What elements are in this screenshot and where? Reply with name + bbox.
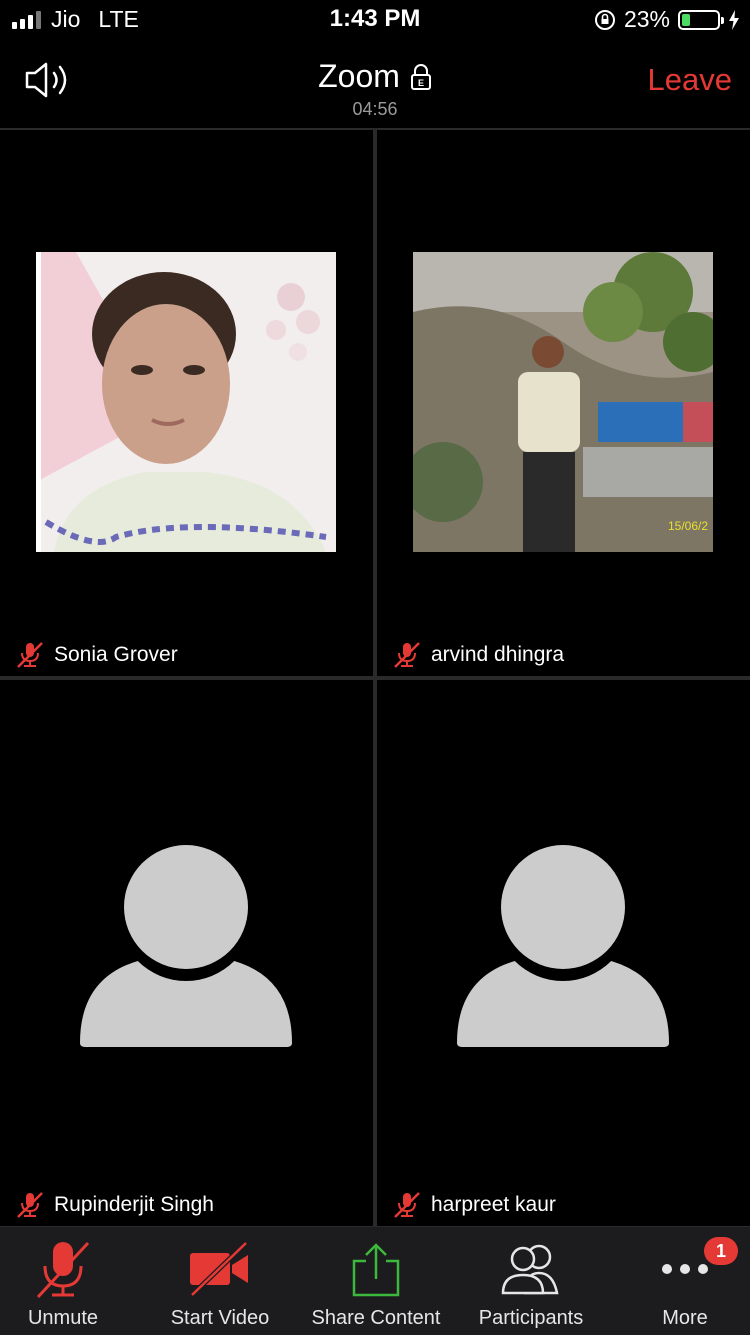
more-button[interactable]: 1 More <box>610 1237 750 1330</box>
participants-icon-wrap <box>456 1239 606 1299</box>
more-dots-icon <box>662 1264 708 1274</box>
participants-button[interactable]: Participants <box>456 1239 606 1330</box>
participant-video-photo: 15/06/2 <box>413 252 713 552</box>
participant-name-row: arvind dhingra <box>393 642 564 668</box>
unmute-button[interactable]: Unmute <box>0 1239 138 1330</box>
start-video-button[interactable]: Start Video <box>145 1239 295 1330</box>
participant-name-row: Rupinderjit Singh <box>16 1192 214 1218</box>
video-off-icon <box>190 1241 248 1297</box>
participant-tile[interactable]: 15/06/2 arvind dhingra <box>377 130 750 676</box>
video-grid: Sonia Grover 15/06/2 arvind dhingra Rupi… <box>0 130 750 1226</box>
participant-name: Rupinderjit Singh <box>54 1193 214 1216</box>
participants-label: Participants <box>478 1307 584 1329</box>
meeting-header: Zoom E 04:56 Leave <box>0 40 750 130</box>
muted-mic-icon <box>394 642 420 668</box>
leave-button[interactable]: Leave <box>648 62 732 98</box>
encryption-lock-icon: E <box>410 63 431 90</box>
participant-video-photo <box>36 252 336 552</box>
more-label: More <box>662 1307 708 1329</box>
title-block: Zoom E 04:56 <box>0 58 750 120</box>
status-bar: Jio LTE 1:43 PM 23% <box>0 0 750 40</box>
participant-name: Sonia Grover <box>54 643 178 666</box>
participant-name-row: Sonia Grover <box>16 642 178 668</box>
status-right: 23% <box>594 6 740 33</box>
share-icon-wrap <box>301 1239 451 1299</box>
notification-badge: 1 <box>704 1237 738 1265</box>
muted-mic-icon <box>17 1192 43 1218</box>
muted-mic-icon <box>17 642 43 668</box>
muted-mic-icon <box>394 1192 420 1218</box>
svg-text:15/06/2: 15/06/2 <box>668 519 708 533</box>
default-avatar-icon <box>457 845 669 1047</box>
start-video-label: Start Video <box>170 1307 270 1329</box>
svg-text:E: E <box>418 78 424 88</box>
participant-name: arvind dhingra <box>431 643 565 666</box>
participant-tile[interactable]: Sonia Grover <box>0 130 373 676</box>
participants-icon <box>501 1244 559 1295</box>
participant-tile[interactable]: harpreet kaur <box>377 680 750 1226</box>
share-content-button[interactable]: Share Content <box>301 1239 451 1330</box>
meeting-title-text: Zoom <box>318 58 400 94</box>
battery-percent: 23% <box>623 6 670 32</box>
video-icon-wrap <box>145 1239 295 1299</box>
participant-name-row: harpreet kaur <box>393 1192 556 1218</box>
unmute-icon-wrap <box>0 1239 138 1299</box>
unmute-label: Unmute <box>27 1307 99 1329</box>
meeting-title[interactable]: Zoom E <box>318 58 432 95</box>
orientation-lock-icon <box>594 9 615 30</box>
default-avatar-icon <box>80 845 292 1047</box>
mic-off-icon <box>36 1241 90 1298</box>
charging-bolt-icon <box>729 9 739 30</box>
participant-name: harpreet kaur <box>431 1193 556 1216</box>
battery-icon <box>678 9 724 30</box>
share-content-label: Share Content <box>311 1307 441 1329</box>
share-icon <box>352 1243 400 1297</box>
participant-tile[interactable]: Rupinderjit Singh <box>0 680 373 1226</box>
meeting-toolbar: Unmute Start Video Share Content Partici… <box>0 1226 750 1335</box>
meeting-timer: 04:56 <box>352 99 398 119</box>
